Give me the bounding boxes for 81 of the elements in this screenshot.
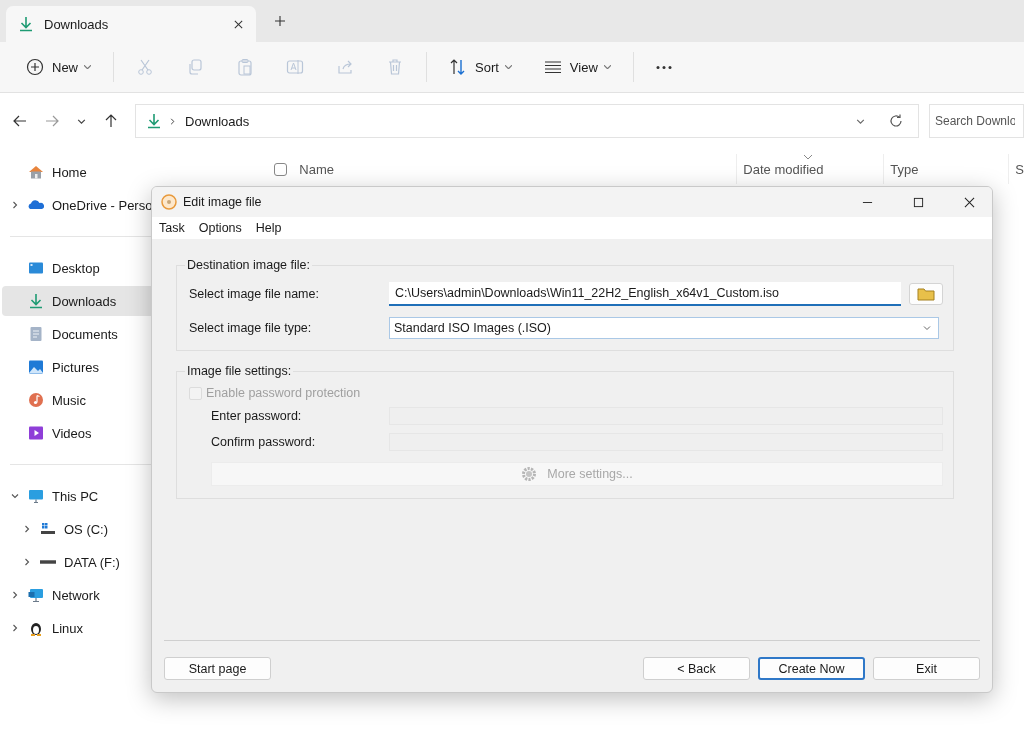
- chevron-right-icon[interactable]: [10, 590, 20, 600]
- sidebar-item[interactable]: Home: [2, 157, 246, 187]
- up-arrow-icon[interactable]: [103, 113, 119, 129]
- sidebar-item[interactable]: Linux: [2, 613, 246, 643]
- column-header[interactable]: S: [1008, 154, 1024, 184]
- share-icon: [336, 58, 354, 76]
- address-bar[interactable]: Downloads: [135, 104, 919, 138]
- desktop-icon: [28, 260, 44, 276]
- field-label: Select image file type:: [189, 321, 313, 335]
- chevron-right-icon[interactable]: [10, 200, 20, 210]
- field-label: Enter password:: [211, 409, 303, 423]
- caret-icon: [84, 65, 91, 69]
- dialog-button[interactable]: Create Now: [758, 657, 865, 680]
- field-label: Confirm password:: [211, 435, 317, 449]
- disc-icon: [161, 194, 177, 210]
- window-title: Edit image file: [183, 195, 262, 209]
- download-icon: [146, 113, 162, 129]
- tab-title: Downloads: [44, 16, 110, 32]
- sort-caret-icon: [803, 154, 814, 160]
- column-header[interactable]: Date modified: [736, 154, 884, 184]
- chevron-down-icon: [922, 323, 932, 333]
- chevron-down-icon[interactable]: [10, 491, 20, 501]
- dialog-button[interactable]: Exit: [873, 657, 980, 680]
- monitor-icon: [28, 488, 44, 504]
- new-button[interactable]: New: [12, 52, 105, 82]
- menu-item[interactable]: Task: [159, 221, 185, 235]
- search-field[interactable]: Search Downlo: [929, 104, 1024, 138]
- refresh-icon[interactable]: [888, 113, 904, 129]
- select-all-checkbox[interactable]: [274, 162, 288, 176]
- close-icon[interactable]: [233, 18, 244, 30]
- download-icon: [18, 16, 34, 32]
- copy-icon: [186, 58, 204, 76]
- picture-icon: [28, 359, 44, 375]
- chevron-right-icon[interactable]: [22, 557, 32, 567]
- caret-icon: [603, 65, 611, 69]
- download-icon: [28, 293, 44, 309]
- sidebar-item[interactable]: DATA (F:): [2, 547, 246, 577]
- forward-arrow-icon[interactable]: [44, 113, 60, 129]
- sort-icon: [449, 58, 467, 76]
- document-icon: [28, 326, 44, 342]
- penguin-icon: [28, 620, 44, 636]
- group-title: Image file settings:: [185, 364, 294, 378]
- trash-icon: [386, 58, 404, 76]
- sort-button[interactable]: Sort: [435, 52, 526, 82]
- close-icon[interactable]: [964, 196, 975, 208]
- plus-icon[interactable]: [274, 15, 286, 27]
- column-header[interactable]: Type: [883, 154, 1009, 184]
- plus-circle-icon: [26, 58, 44, 76]
- menu-item[interactable]: Options: [198, 221, 242, 235]
- clipboard-icon: [236, 58, 254, 76]
- column-header[interactable]: Name: [299, 154, 737, 184]
- sidebar-item[interactable]: OS (C:): [2, 514, 246, 544]
- sidebar-item[interactable]: Network: [2, 580, 246, 610]
- house-icon: [28, 164, 44, 180]
- video-icon: [28, 425, 44, 441]
- chevron-right-icon[interactable]: [22, 524, 32, 534]
- view-button[interactable]: View: [529, 52, 625, 82]
- file-type-dropdown[interactable]: Standard ISO Images (.ISO): [389, 317, 939, 339]
- file-name-field[interactable]: C:\Users\admin\Downloads\Win11_22H2_English_x64v1_Custom.iso: [389, 282, 901, 306]
- folder-icon: [917, 287, 935, 301]
- gear-icon: [521, 466, 538, 482]
- more-icon: [655, 65, 672, 69]
- breadcrumb-link[interactable]: Downloads: [185, 113, 250, 129]
- dialog-button[interactable]: Start page: [164, 657, 271, 680]
- group-title: Destination image file:: [185, 258, 312, 272]
- browse-button[interactable]: [909, 283, 943, 305]
- chevron-right-icon[interactable]: [10, 623, 20, 633]
- caret-icon: [504, 65, 512, 69]
- network-icon: [28, 587, 44, 603]
- drive-icon: [40, 521, 56, 537]
- menu-item[interactable]: Help: [255, 221, 282, 235]
- rename-icon: [286, 58, 304, 76]
- chevron-right-icon: [168, 116, 177, 126]
- back-arrow-icon[interactable]: [12, 113, 28, 129]
- window-tab[interactable]: Downloads: [6, 6, 256, 42]
- maximize-icon[interactable]: [913, 196, 924, 208]
- list-view-icon: [543, 58, 562, 76]
- dialog-button[interactable]: < Back: [643, 657, 750, 680]
- drive-icon: [40, 560, 56, 564]
- scissors-icon: [136, 58, 154, 76]
- music-note-icon: [28, 392, 44, 408]
